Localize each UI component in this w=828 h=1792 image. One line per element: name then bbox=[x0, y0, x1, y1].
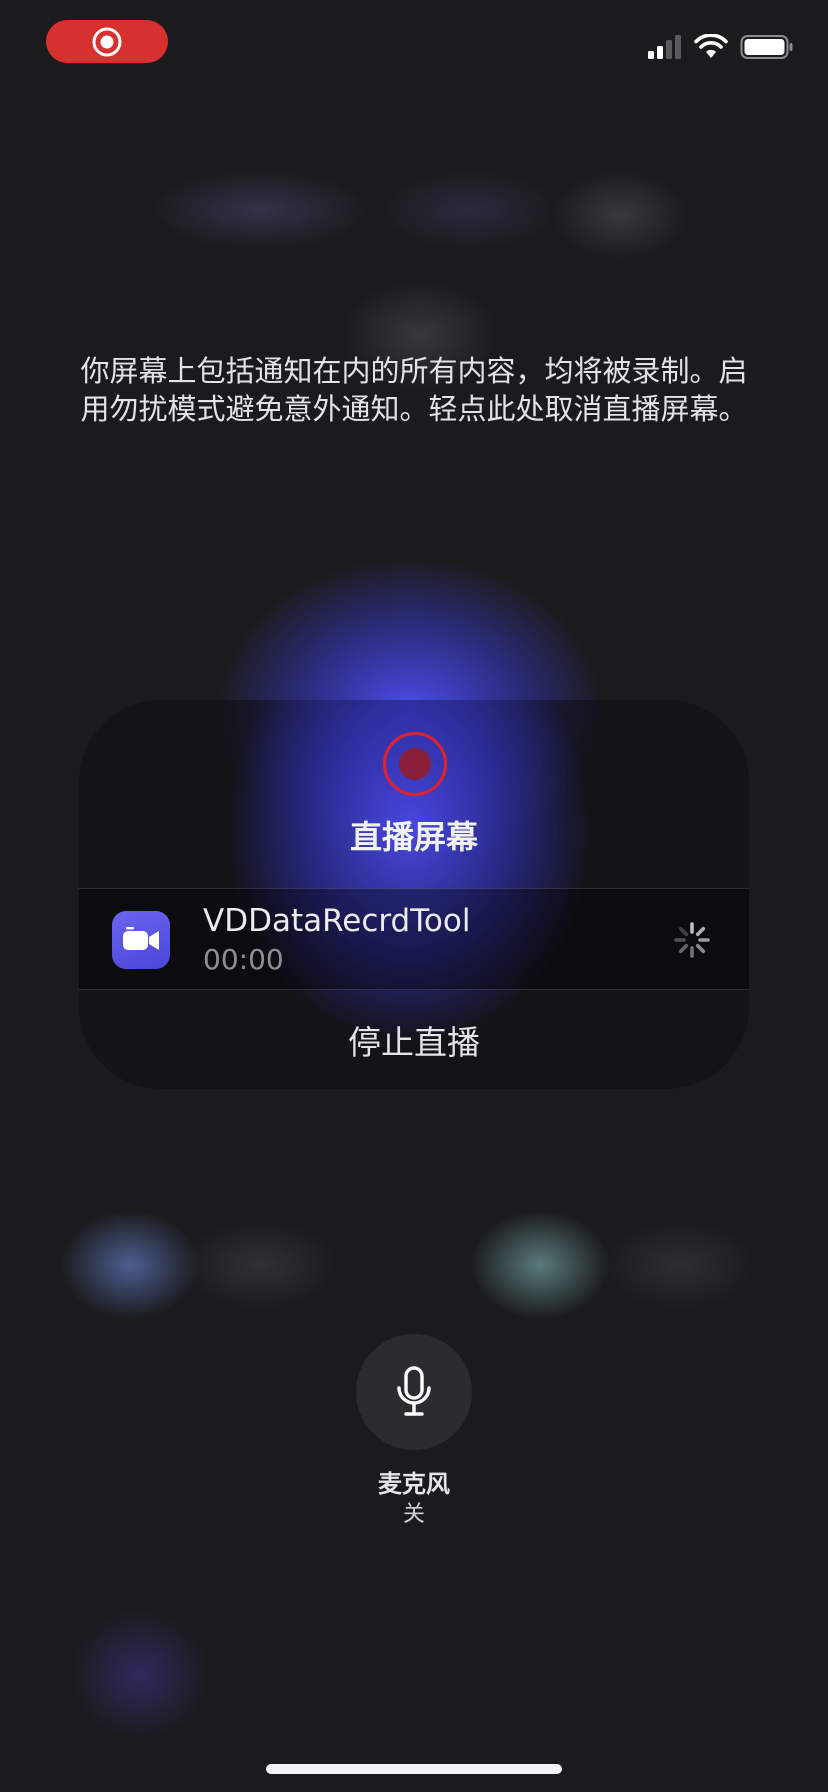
broadcast-picker-card: 直播屏幕 VDDataRecrdTool 00:00 停止直播 bbox=[79, 700, 749, 1089]
cellular-signal-icon bbox=[648, 35, 681, 59]
app-name: VDDataRecrdTool bbox=[203, 903, 471, 939]
record-dot bbox=[399, 748, 431, 780]
status-bar bbox=[0, 0, 828, 90]
background-blur bbox=[380, 170, 560, 250]
status-icons bbox=[646, 34, 794, 60]
wifi-icon bbox=[694, 34, 728, 58]
background-blur bbox=[550, 170, 690, 260]
background-blur bbox=[180, 1220, 340, 1310]
video-camera-icon bbox=[112, 911, 170, 969]
home-indicator[interactable] bbox=[266, 1764, 562, 1774]
background-blur bbox=[70, 1610, 210, 1740]
background-blur bbox=[60, 1210, 200, 1320]
microphone-toggle[interactable] bbox=[356, 1334, 472, 1450]
background-blur bbox=[150, 170, 370, 250]
card-title: 直播屏幕 bbox=[349, 818, 478, 856]
stop-broadcast-button[interactable]: 停止直播 bbox=[79, 990, 749, 1089]
microphone-label: 麦克风 bbox=[378, 1470, 450, 1498]
microphone-icon bbox=[397, 1366, 431, 1416]
loading-spinner-icon bbox=[674, 922, 710, 958]
broadcast-app-row[interactable]: VDDataRecrdTool 00:00 bbox=[79, 888, 749, 990]
recording-notice[interactable]: 你屏幕上包括通知在内的所有内容，均将被录制。启用勿扰模式避免意外通知。轻点此处取… bbox=[70, 352, 758, 428]
record-button-icon[interactable] bbox=[383, 732, 447, 796]
screen-recording-indicator[interactable] bbox=[46, 20, 168, 63]
background-blur bbox=[600, 1220, 760, 1310]
background-blur bbox=[470, 1210, 610, 1320]
battery-icon bbox=[740, 35, 793, 59]
record-icon bbox=[92, 27, 122, 56]
elapsed-time: 00:00 bbox=[203, 943, 284, 976]
microphone-state: 关 bbox=[402, 1502, 425, 1527]
